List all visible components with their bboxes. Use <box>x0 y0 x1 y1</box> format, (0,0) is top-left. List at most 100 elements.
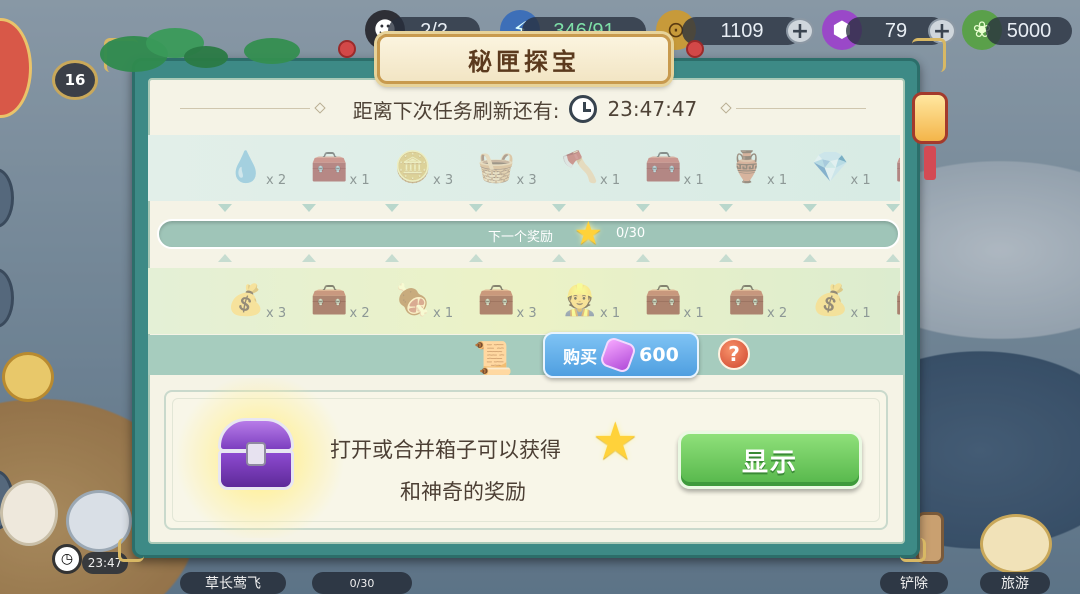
star-icon: ★ <box>574 214 603 252</box>
arrow-down-icon <box>802 204 817 212</box>
chest-icon: 🧰 <box>892 280 900 320</box>
refresh-timer-value: 23:47:47 <box>607 97 698 121</box>
reward-count: x 3 <box>266 306 287 321</box>
bottom-progress: 0/30 <box>312 572 412 594</box>
reward-count: x 3 <box>516 173 537 188</box>
reward-count: x 2 <box>266 173 287 188</box>
arrow-up-icon <box>802 254 817 262</box>
lantern-tassel <box>924 146 936 180</box>
green-chest-icon: 🧰 <box>728 282 766 318</box>
buy-button[interactable]: 购买 600 <box>543 332 699 378</box>
show-button[interactable]: 显示 <box>678 431 862 489</box>
help-button[interactable]: ? <box>718 338 750 370</box>
arrow-down-icon <box>468 204 483 212</box>
pot-icon: 🏺 <box>728 149 766 185</box>
arrow-down-icon <box>385 204 399 212</box>
reward-item: 🧺 x 3 <box>461 135 541 201</box>
reward-item: 🧰 x 1 <box>628 135 708 201</box>
player-level-badge[interactable]: 16 <box>52 60 98 100</box>
arrow-down-icon <box>719 204 733 212</box>
lantern-icon <box>912 92 948 144</box>
add-coins-button[interactable]: + <box>786 18 814 44</box>
coin-value: 1109 <box>720 19 764 42</box>
chest-icon: 🧰 <box>892 147 900 187</box>
travel-button-label[interactable]: 旅游 <box>980 572 1050 594</box>
reward-count: x 3 <box>516 306 537 321</box>
bottom-clock-icon: ◷ <box>52 544 82 574</box>
reward-item: 🧰 x 2 <box>294 268 374 334</box>
info-text-line1: 打开或合并箱子可以获得 <box>330 438 561 462</box>
reward-item: 🏺 x 1 <box>711 135 791 201</box>
chest-icon: 🧰 <box>477 282 516 318</box>
upcoming-rewards-row-top: 💧x 2🧰x 1🪙x 3🧺x 3🪓x 1🧰x 1🏺x 1💎x 1🧰 <box>148 135 900 201</box>
arrow-up-icon <box>301 254 316 262</box>
reward-item: 🧰 x 1 <box>628 268 708 334</box>
npc-portrait[interactable] <box>2 352 54 402</box>
arrow-down-icon <box>301 204 316 212</box>
chest-icon: 🧰 <box>310 149 349 185</box>
panel-title: 秘匣探宝 <box>377 34 671 84</box>
info-text-line2: 和神奇的奖励 <box>400 480 526 504</box>
arrow-up-icon <box>468 254 483 262</box>
reward-count: x 1 <box>600 306 621 321</box>
meat-icon: 🍖 <box>394 282 432 318</box>
reward-item: 👷 x 1 <box>544 268 624 334</box>
reward-count: x 1 <box>850 306 871 321</box>
buy-price: 600 <box>639 344 679 366</box>
reward-item: 💰 x 3 <box>210 268 290 334</box>
panel-corner-bottom-left <box>118 538 144 562</box>
arrow-up-icon <box>635 254 650 262</box>
reward-item: 💎 x 1 <box>795 135 875 201</box>
reward-count: x 1 <box>767 173 788 188</box>
reward-count: x 1 <box>683 173 704 188</box>
arrow-down-icon <box>218 204 232 212</box>
purple-chest-icon <box>218 418 294 494</box>
arrow-up-icon <box>719 254 733 262</box>
arrow-down-icon <box>635 204 650 212</box>
reward-progress-value: 0/30 <box>616 226 646 241</box>
reward-item: 🪙 x 3 <box>377 135 457 201</box>
reward-item: 🧰 x 2 <box>711 268 791 334</box>
reward-item: 💧 x 2 <box>210 135 290 201</box>
chest-icon: 🧰 <box>644 149 683 185</box>
refresh-timer-row: 距离下次任务刷新还有: 23:47:47 <box>160 94 890 124</box>
star-icon: ★ <box>592 412 639 472</box>
pine-decoration <box>184 46 228 68</box>
reward-item: 🧰 x 3 <box>461 268 541 334</box>
reward-item: 🧰 x 1 <box>294 135 374 201</box>
title-knot-right <box>686 40 704 58</box>
arrow-up-icon <box>886 254 900 262</box>
next-reward-label: 下一个奖励 <box>488 230 554 245</box>
drop-icon: 💧 <box>227 149 265 185</box>
arrow-up-icon <box>218 254 232 262</box>
scroll-reward-icon: 📜 <box>473 339 513 377</box>
reward-count: x 1 <box>850 173 871 188</box>
arrow-up-icon <box>552 254 566 262</box>
worker-icon: 👷 <box>561 282 599 318</box>
panel-corner-top-right <box>912 38 946 72</box>
reward-item: 💰 x 1 <box>795 268 875 334</box>
chest-icon: 🧰 <box>310 282 349 318</box>
remove-button-label[interactable]: 铲除 <box>880 572 948 594</box>
gem-price-icon <box>598 335 638 375</box>
buy-label: 购买 <box>563 347 598 368</box>
kite-event-label[interactable]: 草长莺飞 <box>180 572 286 594</box>
chest-lock <box>246 442 266 466</box>
travel-icon[interactable] <box>980 514 1052 574</box>
axe-icon: 🪓 <box>561 149 599 185</box>
leaf-currency-value: 5000 <box>1006 19 1052 42</box>
reward-item-partial: 🧰 <box>878 135 900 201</box>
arrow-up-icon <box>385 254 399 262</box>
reward-item: 🪓 x 1 <box>544 135 624 201</box>
reward-item-partial: 🧰 <box>878 268 900 334</box>
title-knot-left <box>338 40 356 58</box>
chest-icon: 🧰 <box>644 282 683 318</box>
arrow-down-icon <box>886 204 900 212</box>
reward-count: x 1 <box>349 173 370 188</box>
gem-value: 79 <box>884 19 908 42</box>
bag-icon: 💰 <box>227 282 265 318</box>
reward-count: x 1 <box>600 173 621 188</box>
bag-icon: 💰 <box>811 282 850 318</box>
refresh-timer-label: 距离下次任务刷新还有: <box>352 98 560 123</box>
leaf-currency-pill[interactable]: 5000 <box>986 17 1072 45</box>
